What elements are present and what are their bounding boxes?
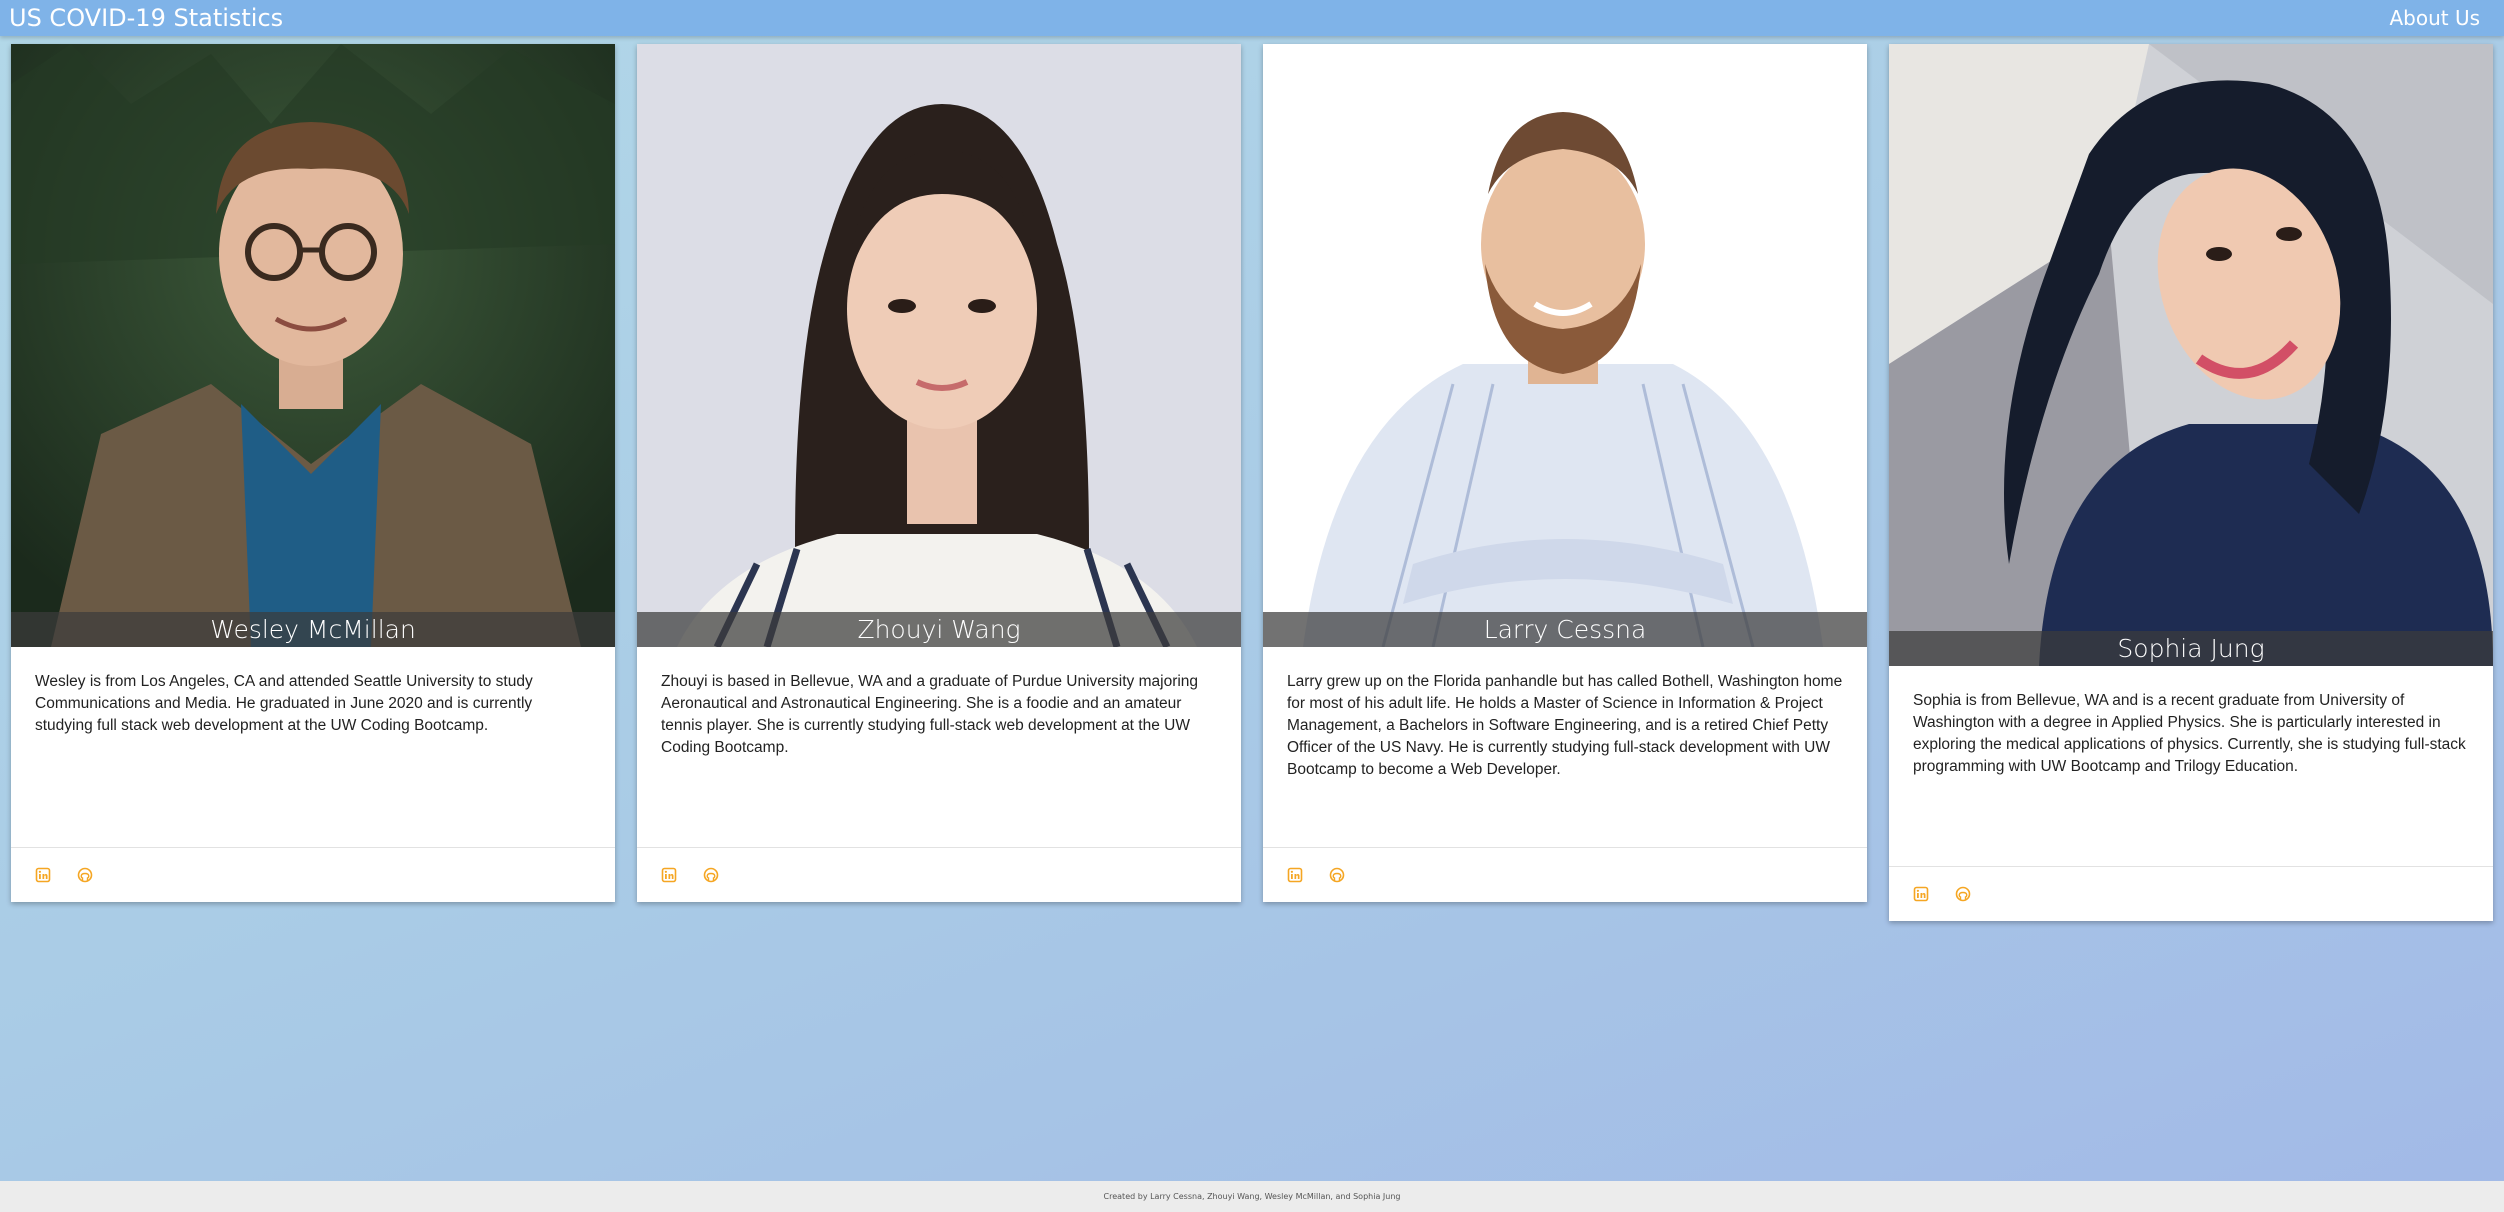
github-icon[interactable] xyxy=(1329,867,1345,883)
team-card-wesley: Wesley McMillan Wesley is from Los Angel… xyxy=(11,44,615,902)
navbar: US COVID-19 Statistics About Us xyxy=(0,0,2504,36)
profile-photo-wesley: Wesley McMillan xyxy=(11,44,615,647)
card-title: Sophia Jung xyxy=(1889,631,2493,666)
github-icon[interactable] xyxy=(77,867,93,883)
linkedin-icon[interactable] xyxy=(35,867,51,883)
team-card-larry: Larry Cessna Larry grew up on the Florid… xyxy=(1263,44,1867,902)
footer-credit: Created by Larry Cessna, Zhouyi Wang, We… xyxy=(1103,1192,1401,1201)
linkedin-icon[interactable] xyxy=(661,867,677,883)
brand-title[interactable]: US COVID-19 Statistics xyxy=(9,4,283,32)
about-us-link[interactable]: About Us xyxy=(2389,6,2480,30)
github-icon[interactable] xyxy=(1955,886,1971,902)
team-card-zhouyi: Zhouyi Wang Zhouyi is based in Bellevue,… xyxy=(637,44,1241,902)
card-title: Larry Cessna xyxy=(1263,612,1867,647)
footer: Created by Larry Cessna, Zhouyi Wang, We… xyxy=(0,1181,2504,1212)
team-card-sophia: Sophia Jung Sophia is from Bellevue, WA … xyxy=(1889,44,2493,921)
github-icon[interactable] xyxy=(703,867,719,883)
card-actions xyxy=(11,847,615,902)
profile-photo-sophia: Sophia Jung xyxy=(1889,44,2493,666)
card-actions xyxy=(1263,847,1867,902)
card-actions xyxy=(637,847,1241,902)
card-actions xyxy=(1889,866,2493,921)
card-title: Zhouyi Wang xyxy=(637,612,1241,647)
card-title: Wesley McMillan xyxy=(11,612,615,647)
card-bio: Sophia is from Bellevue, WA and is a rec… xyxy=(1913,692,2466,775)
profile-photo-larry: Larry Cessna xyxy=(1263,44,1867,647)
linkedin-icon[interactable] xyxy=(1287,867,1303,883)
linkedin-icon[interactable] xyxy=(1913,886,1929,902)
card-bio: Larry grew up on the Florida panhandle b… xyxy=(1287,673,1843,778)
card-bio: Zhouyi is based in Bellevue, WA and a gr… xyxy=(661,673,1199,756)
profile-photo-zhouyi: Zhouyi Wang xyxy=(637,44,1241,647)
card-bio: Wesley is from Los Angeles, CA and atten… xyxy=(35,673,533,734)
